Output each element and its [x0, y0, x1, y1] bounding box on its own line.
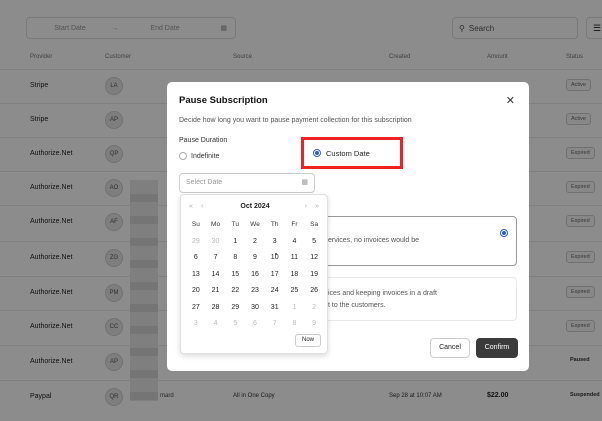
radio-checked-icon[interactable] [500, 229, 508, 237]
radio-indefinite-label: Indefinite [191, 152, 220, 160]
radio-custom-date-label: Custom Date [326, 148, 370, 158]
radio-unchecked-icon[interactable] [179, 152, 187, 160]
close-icon[interactable]: ✕ [506, 94, 515, 107]
modal-description: Decide how long you want to pause paymen… [179, 117, 412, 124]
behavior-option-1[interactable]: ervices, no invoices would be [307, 216, 517, 266]
calendar-day[interactable]: 6 [245, 316, 265, 333]
calendar-day[interactable]: 6 [186, 250, 206, 267]
calendar-day[interactable]: 17 [265, 267, 285, 284]
calendar-day[interactable]: 13 [186, 267, 206, 284]
calendar-day[interactable]: 16 [245, 267, 265, 284]
calendar-day[interactable]: 24 [265, 283, 285, 300]
calendar-day[interactable]: 8 [285, 316, 305, 333]
cancel-button[interactable]: Cancel [430, 338, 470, 358]
confirm-button[interactable]: Confirm [476, 338, 518, 358]
weekday-header: Tu [231, 221, 239, 228]
now-button[interactable]: Now [295, 334, 321, 347]
calendar-day[interactable]: 18 [285, 267, 305, 284]
calendar-day[interactable]: 9 [304, 316, 324, 333]
behavior-option-1-text: ervices, no invoices would be [328, 237, 420, 244]
next-month-icon[interactable]: › [305, 203, 307, 210]
calendar-day[interactable]: 10 [265, 250, 285, 267]
weekday-header: Th [270, 221, 279, 228]
calendar-day[interactable]: 30 [245, 300, 265, 317]
calendar-day[interactable]: 23 [245, 283, 265, 300]
weekday-header: Fr [291, 221, 298, 228]
calendar-day[interactable]: 4 [206, 316, 226, 333]
calendar-day[interactable]: 19 [304, 267, 324, 284]
calendar-day[interactable]: 7 [265, 316, 285, 333]
calendar-day[interactable]: 4 [285, 234, 305, 251]
calendar-grid: Su Mo Tu We Th Fr Sa 29 30 1 2 3 4 5 6 7 8 9 10 11 12 13 14 15 1… [186, 217, 324, 333]
calendar-day[interactable]: 3 [186, 316, 206, 333]
modal-title: Pause Subscription [179, 95, 268, 106]
calendar-day[interactable]: 14 [206, 267, 226, 284]
calendar-day[interactable]: 26 [304, 283, 324, 300]
calendar-day[interactable]: 15 [225, 267, 245, 284]
calendar-day[interactable]: 1 [285, 300, 305, 317]
weekday-header: Mo [211, 221, 221, 228]
radio-custom-date[interactable]: Custom Date [301, 137, 403, 169]
calendar-day[interactable]: 21 [206, 283, 226, 300]
calendar-day[interactable]: 5 [225, 316, 245, 333]
weekday-header: We [250, 221, 260, 228]
next-year-icon[interactable]: » [315, 203, 319, 210]
behavior-option-2[interactable]: ices and keeping invoices in a draft t t… [307, 277, 517, 321]
calendar-day[interactable]: 2 [304, 300, 324, 317]
calendar-day[interactable]: 12 [304, 250, 324, 267]
calendar-day[interactable]: 22 [225, 283, 245, 300]
calendar-day[interactable]: 5 [304, 234, 324, 251]
date-placeholder: Select Date [186, 179, 223, 186]
calendar-day[interactable]: 20 [186, 283, 206, 300]
behavior-option-2-text-2: t to the customers. [328, 302, 386, 309]
calendar-day[interactable]: 3 [265, 234, 285, 251]
calendar-day[interactable]: 2 [245, 234, 265, 251]
calendar-day[interactable]: 29 [186, 234, 206, 251]
weekday-header: Sa [310, 221, 319, 228]
behavior-option-2-text: ices and keeping invoices in a draft [328, 290, 437, 297]
calendar-day[interactable]: 27 [186, 300, 206, 317]
calendar-day[interactable]: 29 [225, 300, 245, 317]
calendar-day[interactable]: 1 [225, 234, 245, 251]
pause-duration-label: Pause Duration [179, 137, 228, 144]
calendar-day[interactable]: 25 [285, 283, 305, 300]
calendar-day[interactable]: 8 [225, 250, 245, 267]
radio-checked-icon[interactable] [313, 149, 321, 157]
radio-indefinite[interactable]: Indefinite [179, 152, 219, 160]
calendar-icon[interactable]: ▦ [301, 174, 308, 192]
calendar-day[interactable]: 28 [206, 300, 226, 317]
calendar-day[interactable]: 31 [265, 300, 285, 317]
calendar-day[interactable]: 30 [206, 234, 226, 251]
weekday-header: Su [191, 221, 200, 228]
select-date-input[interactable]: Select Date ▦ [179, 173, 315, 193]
calendar-day[interactable]: 7 [206, 250, 226, 267]
calendar-day[interactable]: 9 [245, 250, 265, 267]
calendar-day[interactable]: 11 [285, 250, 305, 267]
date-picker: « ‹ Oct 2024 › » Su Mo Tu We Th Fr Sa 29 30 1 2 3 4 5… [180, 194, 328, 354]
